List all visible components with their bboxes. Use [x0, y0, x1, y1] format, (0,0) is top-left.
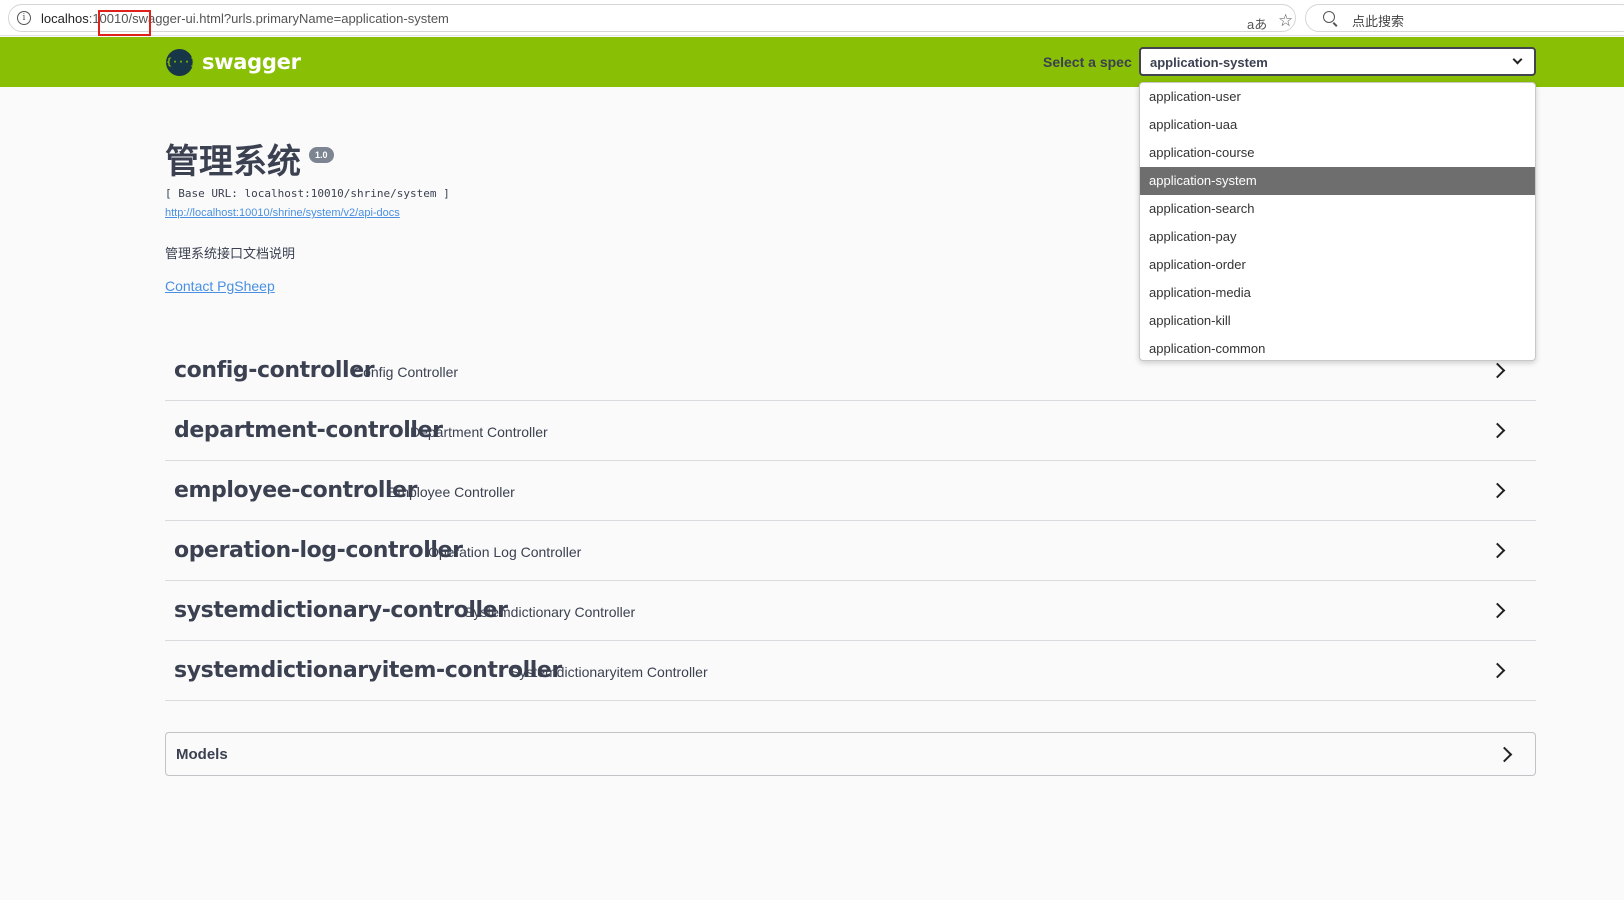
- controller-description: Employee Controller: [388, 484, 515, 500]
- port-highlight-box: [98, 10, 151, 36]
- browser-toolbar: i localhos:10010/swagger-ui.html?urls.pr…: [0, 0, 1624, 36]
- spec-option[interactable]: application-media: [1140, 279, 1535, 307]
- chevron-right-icon: [1489, 362, 1506, 379]
- select-spec-label: Select a spec: [1043, 54, 1132, 70]
- url-host: localhos: [41, 11, 89, 26]
- spec-option[interactable]: application-user: [1140, 83, 1535, 111]
- spec-dropdown-list: application-user application-uaa applica…: [1139, 82, 1536, 361]
- chevron-right-icon: [1489, 422, 1506, 439]
- controller-name: systemdictionaryitem-controller: [174, 658, 562, 683]
- spec-option[interactable]: application-course: [1140, 139, 1535, 167]
- controller-name: operation-log-controller: [174, 538, 463, 563]
- spec-select[interactable]: application-system: [1139, 47, 1536, 76]
- swagger-logo[interactable]: {···} swagger: [166, 48, 301, 76]
- controller-row-employee[interactable]: employee-controller Employee Controller: [165, 461, 1536, 521]
- contact-link[interactable]: Contact PgSheep: [165, 278, 275, 294]
- models-section[interactable]: Models: [165, 732, 1536, 776]
- controller-list: config-controller Config Controller depa…: [165, 341, 1536, 701]
- controller-row-systemdictionary[interactable]: systemdictionary-controller Systemdictio…: [165, 581, 1536, 641]
- bookmark-star-icon[interactable]: ☆: [1278, 11, 1293, 31]
- chevron-down-icon: [1512, 54, 1523, 65]
- controller-description: Systemdictionaryitem Controller: [510, 664, 708, 680]
- spec-option[interactable]: application-search: [1140, 195, 1535, 223]
- controller-name: department-controller: [174, 418, 443, 443]
- translate-icon[interactable]: aあ: [1247, 14, 1267, 33]
- controller-name: employee-controller: [174, 478, 418, 503]
- spec-select-value: application-system: [1150, 55, 1268, 70]
- api-description: 管理系统接口文档说明: [165, 246, 296, 261]
- site-info-icon[interactable]: i: [17, 11, 31, 25]
- controller-row-department[interactable]: department-controller Department Control…: [165, 401, 1536, 461]
- version-badge: 1.0: [309, 147, 334, 163]
- address-bar[interactable]: i localhos:10010/swagger-ui.html?urls.pr…: [8, 4, 1296, 36]
- spec-option[interactable]: application-uaa: [1140, 111, 1535, 139]
- api-docs-link[interactable]: http://localhost:10010/shrine/system/v2/…: [165, 207, 400, 219]
- controller-description: Department Controller: [410, 424, 548, 440]
- search-placeholder: 点此搜索: [1352, 14, 1405, 29]
- swagger-logo-text: swagger: [202, 50, 301, 74]
- swagger-logo-icon: {···}: [166, 48, 196, 76]
- swagger-topbar: {···} swagger Select a spec application-…: [0, 37, 1624, 87]
- spec-option[interactable]: application-order: [1140, 251, 1535, 279]
- controller-name: config-controller: [174, 358, 375, 383]
- chevron-right-icon: [1489, 662, 1506, 679]
- search-icon: [1323, 11, 1335, 23]
- spec-option[interactable]: application-kill: [1140, 307, 1535, 335]
- controller-row-systemdictionaryitem[interactable]: systemdictionaryitem-controller Systemdi…: [165, 641, 1536, 701]
- controller-row-operation-log[interactable]: operation-log-controller Operation Log C…: [165, 521, 1536, 581]
- api-title: 管理系统: [165, 142, 301, 182]
- controller-description: Systemdictionary Controller: [464, 604, 636, 620]
- spec-option[interactable]: application-common: [1140, 335, 1535, 363]
- models-label: Models: [176, 746, 228, 763]
- controller-description: Config Controller: [353, 364, 459, 380]
- controller-name: systemdictionary-controller: [174, 598, 508, 623]
- browser-search-box[interactable]: 点此搜索: [1305, 4, 1624, 32]
- chevron-right-icon: [1496, 746, 1513, 763]
- controller-description: Operation Log Controller: [428, 544, 582, 560]
- chevron-right-icon: [1489, 542, 1506, 559]
- chevron-right-icon: [1489, 602, 1506, 619]
- base-url: [ Base URL: localhost:10010/shrine/syste…: [165, 187, 450, 200]
- spec-option-selected[interactable]: application-system: [1140, 167, 1535, 195]
- spec-option[interactable]: application-pay: [1140, 223, 1535, 251]
- url-path: swagger-ui.html?urls.primaryName=applica…: [132, 11, 449, 26]
- chevron-right-icon: [1489, 482, 1506, 499]
